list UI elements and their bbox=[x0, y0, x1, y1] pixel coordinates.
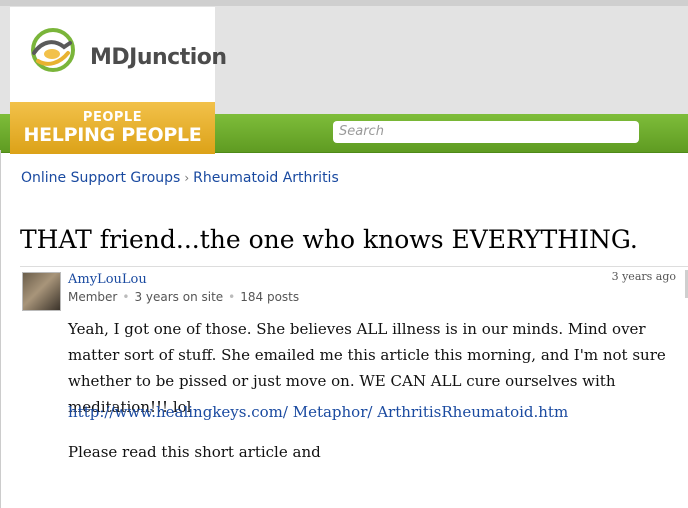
helping-hands-icon bbox=[31, 28, 75, 72]
title-divider bbox=[20, 266, 688, 267]
breadcrumb-separator: › bbox=[184, 171, 190, 185]
meta-dot: • bbox=[122, 290, 130, 304]
post-author-meta: Member • 3 years on site • 184 posts bbox=[68, 290, 299, 304]
search-input[interactable]: Search bbox=[333, 121, 639, 143]
post-link[interactable]: http://www.healingkeys.com/ Metaphor/ Ar… bbox=[68, 399, 668, 425]
tagline-banner: PEOPLE HELPING PEOPLE bbox=[10, 102, 215, 154]
page-border bbox=[0, 150, 1, 508]
meta-dot: • bbox=[228, 290, 236, 304]
breadcrumb-online-support-groups[interactable]: Online Support Groups bbox=[21, 170, 180, 186]
tagline-bottom: HELPING PEOPLE bbox=[23, 124, 202, 146]
thread-title: THAT friend...the one who knows EVERYTHI… bbox=[20, 225, 638, 254]
breadcrumb: Online Support Groups › Rheumatoid Arthrit… bbox=[21, 170, 339, 186]
author-role: Member bbox=[68, 290, 118, 304]
author-tenure: 3 years on site bbox=[134, 290, 224, 304]
post-timestamp: 3 years ago bbox=[611, 270, 676, 283]
author-post-count: 184 posts bbox=[240, 290, 300, 304]
post-author[interactable]: AmyLouLou bbox=[68, 272, 147, 287]
tagline-top: PEOPLE bbox=[82, 110, 143, 125]
logo-text: MDJunction bbox=[90, 45, 227, 70]
avatar[interactable] bbox=[22, 272, 61, 311]
post-paragraph: Please read this short article and bbox=[68, 443, 321, 461]
breadcrumb-rheumatoid-arthritis[interactable]: Rheumatoid Arthritis bbox=[193, 170, 339, 186]
browser-edge bbox=[0, 0, 688, 6]
site-logo[interactable]: MDJunction bbox=[10, 7, 227, 102]
